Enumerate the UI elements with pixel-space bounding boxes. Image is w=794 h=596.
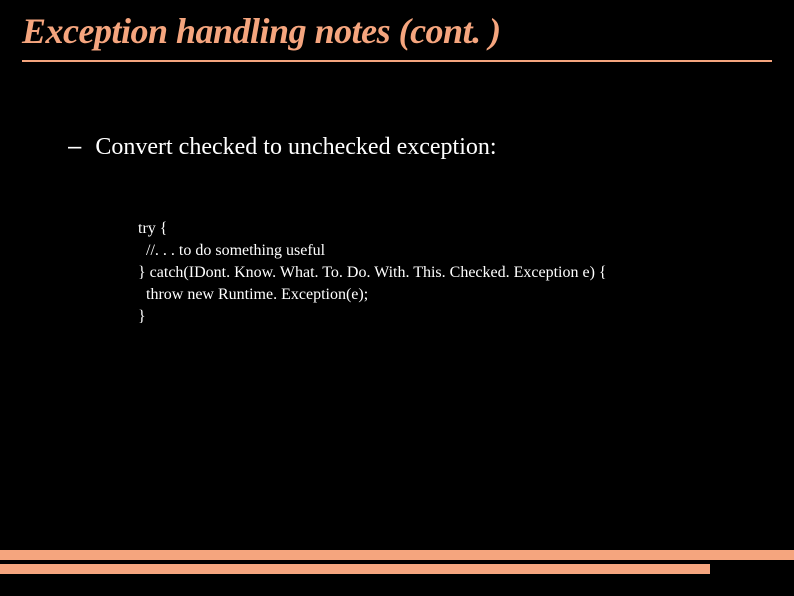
code-block: try { //. . . to do something useful } c… [138,218,794,328]
code-line-2: //. . . to do something useful [138,242,325,259]
title-text: Exception handling notes (cont. ) [22,11,501,51]
footer-bar-2 [0,564,710,574]
bullet-text: Convert checked to unchecked exception: [95,132,496,162]
bullet-item: – Convert checked to unchecked exception… [68,132,794,162]
code-line-3: } catch(IDont. Know. What. To. Do. With.… [138,264,607,281]
footer-bars [0,550,794,574]
footer-bar-1 [0,550,794,560]
code-line-5: } [138,308,146,325]
slide-title: Exception handling notes (cont. ) [0,0,794,62]
code-line-4: throw new Runtime. Exception(e); [138,286,368,303]
bullet-dash: – [68,132,81,162]
content-area: – Convert checked to unchecked exception… [0,62,794,328]
code-line-1: try { [138,220,167,237]
